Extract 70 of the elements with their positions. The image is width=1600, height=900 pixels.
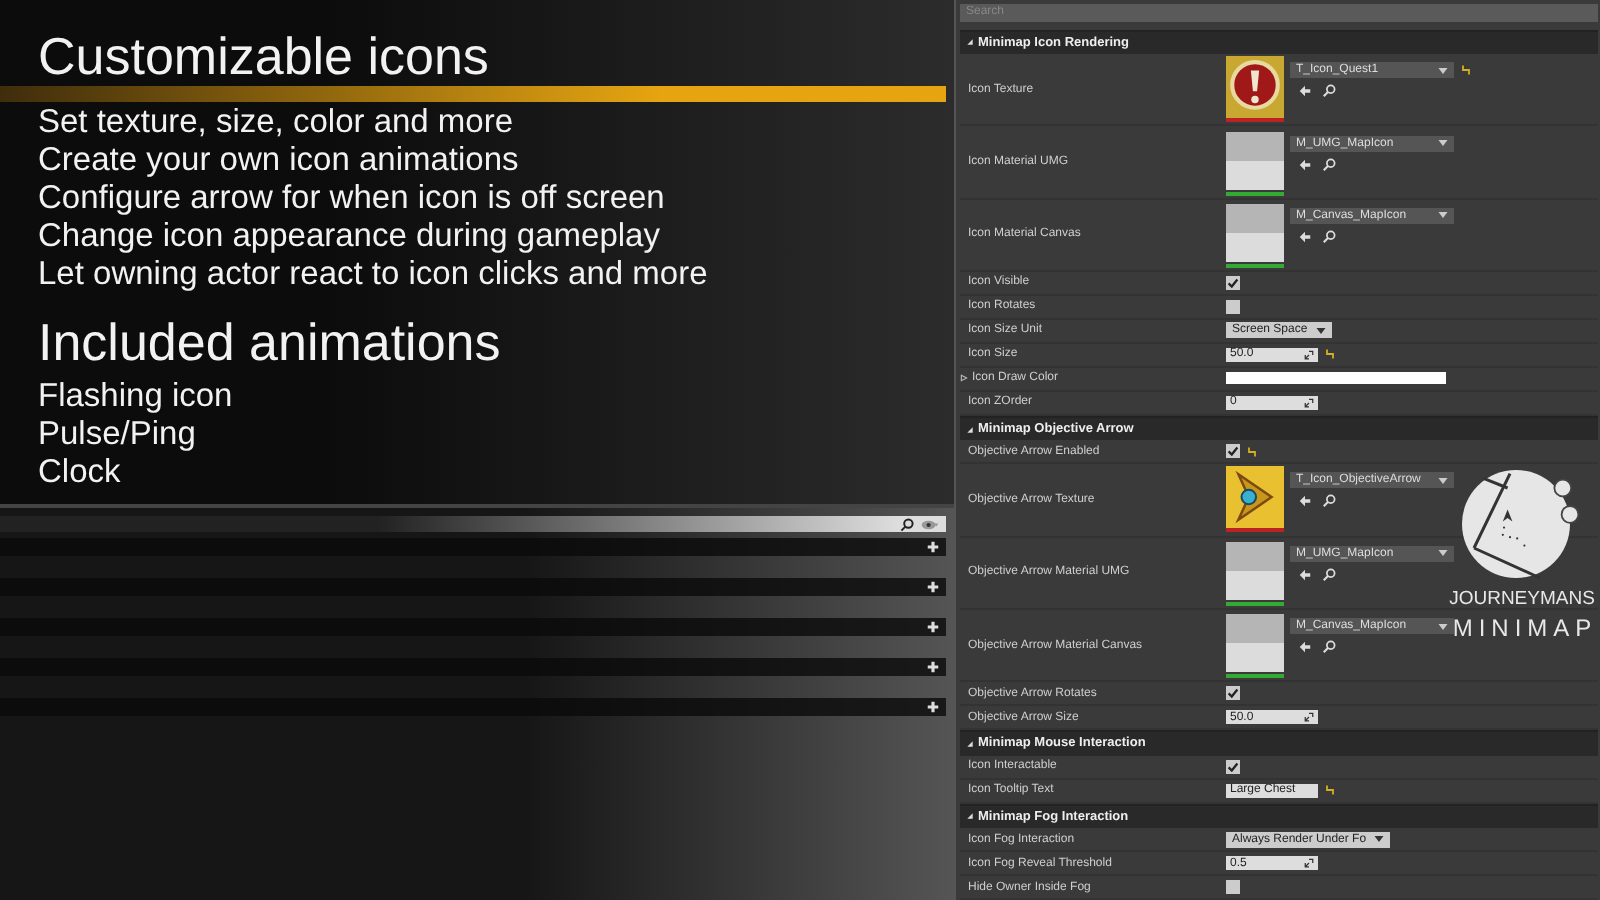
material-preview-icon [1226,129,1284,192]
feature-text: Set texture, size, color and more [38,104,514,142]
material-preview-icon [1226,201,1284,264]
search-icon[interactable] [1322,229,1336,244]
logo-text: MINIMAP [1452,614,1598,642]
drag-arrows-icon [1304,712,1314,723]
caret-icon [1438,623,1448,630]
texture-thumbnail[interactable] [1226,466,1284,533]
expand-arrow-icon[interactable] [966,812,974,821]
expand-arrow-icon[interactable] [966,739,974,748]
animation-text: Flashing icon [38,378,233,416]
texture-thumbnail[interactable] [1226,539,1284,606]
caret-icon [1438,140,1448,147]
arrow-left-icon[interactable] [1298,640,1312,655]
search-icon[interactable] [1322,567,1336,582]
search-icon [900,517,914,531]
plus-icon[interactable] [926,620,940,634]
plus-icon[interactable] [926,700,940,714]
caret-icon [1315,327,1326,334]
texture-thumbnail[interactable] [1226,129,1284,196]
texture-thumbnail[interactable] [1226,56,1284,123]
checkbox[interactable] [1226,880,1240,895]
material-preview-icon [1226,539,1284,602]
search-bar[interactable] [0,516,946,532]
material-preview-icon [1226,612,1284,675]
search-icon[interactable] [1322,494,1336,509]
feature-text: Let owning actor react to icon clicks and more [38,256,708,294]
eye-icon[interactable] [920,517,940,531]
arrow-left-icon[interactable] [1298,84,1312,99]
caret-icon [1438,550,1448,557]
heading: Included animations [38,314,501,370]
drag-arrows-icon [1304,858,1314,869]
checkbox[interactable] [1226,299,1240,314]
search-icon[interactable] [1322,157,1336,172]
arrow-left-icon[interactable] [1298,157,1312,172]
caret-icon [1438,67,1448,74]
arrow-left-icon[interactable] [1298,567,1312,582]
reset-icon[interactable] [1324,348,1336,361]
plus-icon[interactable] [926,540,940,554]
reset-icon[interactable] [1324,784,1336,797]
caret-icon [1438,212,1448,219]
animation-text: Pulse/Ping [38,416,196,454]
color-swatch[interactable] [1226,372,1446,385]
checkbox[interactable] [1226,275,1240,290]
checkbox[interactable] [1226,444,1240,459]
plus-icon[interactable] [926,580,940,594]
plus-icon[interactable] [926,660,940,674]
drag-arrows-icon [1304,349,1314,360]
search-icon[interactable] [1322,84,1336,99]
texture-thumbnail[interactable] [1226,201,1284,268]
arrow-left-icon[interactable] [1298,229,1312,244]
logo-text: JOURNEYMANS [1449,588,1595,610]
drag-arrows-icon [1304,397,1314,408]
expand-arrow-icon[interactable] [960,374,968,383]
heading: Customizable icons [38,28,489,84]
feature-text: Create your own icon animations [38,142,519,180]
checkbox[interactable] [1226,759,1240,774]
feature-text: Configure arrow for when icon is off screen [38,180,665,218]
animation-text: Clock [38,454,121,492]
caret-icon [1438,477,1448,484]
search-icon[interactable] [1322,640,1336,655]
reset-icon[interactable] [1246,445,1258,458]
caret-icon [1374,836,1385,843]
expand-arrow-icon[interactable] [966,38,974,47]
texture-thumbnail[interactable] [1226,612,1284,679]
reset-icon[interactable] [1460,64,1472,77]
feature-text: Change icon appearance during gameplay [38,218,660,256]
checkbox[interactable] [1226,686,1240,701]
expand-arrow-icon[interactable] [966,425,974,434]
arrow-left-icon[interactable] [1298,494,1312,509]
